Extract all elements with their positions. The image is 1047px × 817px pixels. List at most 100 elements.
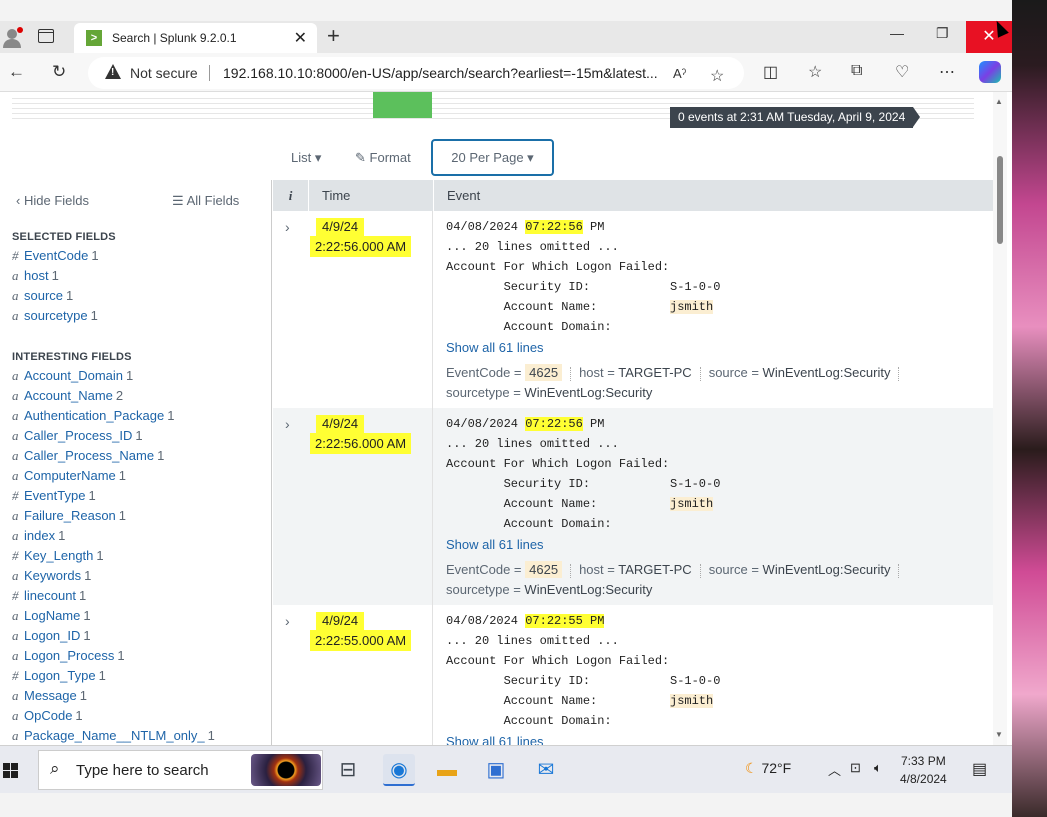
eventcode-value[interactable]: 4625 [525, 364, 563, 381]
scroll-up-arrow-icon[interactable]: ▲ [995, 97, 1003, 106]
field-name[interactable]: Logon_Process [24, 648, 114, 663]
network-icon[interactable]: ⊡ [850, 760, 861, 776]
source-value[interactable]: WinEventLog:Security [763, 562, 891, 577]
host-value[interactable]: TARGET-PC [618, 365, 691, 380]
security-id-value[interactable]: S-1-0-0 [670, 674, 720, 688]
show-all-lines-link[interactable]: Show all 61 lines [446, 537, 544, 552]
edge-browser-icon[interactable]: ◉ [383, 754, 415, 786]
taskbar-clock[interactable]: 7:33 PM 4/8/2024 [900, 752, 947, 788]
scroll-down-arrow-icon[interactable]: ▼ [995, 730, 1003, 739]
field-item[interactable]: # linecount 1 [12, 588, 215, 608]
account-name-value[interactable]: jsmith [670, 497, 714, 511]
timeline-bar[interactable] [373, 92, 432, 118]
field-item[interactable]: a sourcetype 1 [12, 308, 99, 328]
account-name-value[interactable]: jsmith [670, 300, 714, 314]
field-name[interactable]: Message [24, 688, 77, 703]
field-name[interactable]: ComputerName [24, 468, 116, 483]
close-tab-icon[interactable]: ✕ [294, 28, 307, 48]
field-name[interactable]: host [24, 268, 49, 283]
file-explorer-icon[interactable]: ▬ [431, 754, 463, 786]
favorites-icon[interactable]: ☆ [808, 62, 822, 82]
read-aloud-icon[interactable]: Aˀ [673, 66, 686, 81]
task-view-icon[interactable]: ⊟ [332, 754, 364, 786]
minimize-icon[interactable]: — [890, 25, 904, 41]
sourcetype-value[interactable]: WinEventLog:Security [524, 385, 652, 400]
show-all-lines-link[interactable]: Show all 61 lines [446, 734, 544, 745]
account-name-value[interactable]: jsmith [670, 694, 714, 708]
field-item[interactable]: # EventCode 1 [12, 248, 99, 268]
list-view-dropdown[interactable]: List ▾ [291, 150, 321, 166]
results-scrollbar[interactable]: ▲ ▼ [993, 92, 1007, 745]
security-label[interactable]: Not secure [130, 65, 198, 81]
scrollbar-thumb[interactable] [997, 156, 1003, 244]
split-screen-icon[interactable]: ◫ [763, 62, 778, 82]
expand-chevron-icon[interactable]: › [285, 613, 290, 629]
host-value[interactable]: TARGET-PC [618, 562, 691, 577]
copilot-icon[interactable] [979, 61, 1001, 83]
field-item[interactable]: a LogName 1 [12, 608, 215, 628]
refresh-icon[interactable]: ↻ [52, 62, 66, 82]
url-field[interactable]: Not secure 192.168.10.10:8000/en-US/app/… [88, 57, 744, 89]
field-item[interactable]: # Key_Length 1 [12, 548, 215, 568]
store-icon[interactable]: ▣ [480, 754, 512, 786]
per-page-dropdown[interactable]: 20 Per Page ▾ [431, 139, 554, 176]
eventcode-value[interactable]: 4625 [525, 561, 563, 578]
field-name[interactable]: EventType [24, 488, 85, 503]
field-name[interactable]: linecount [24, 588, 76, 603]
favorite-star-icon[interactable]: ☆ [710, 66, 724, 86]
field-name[interactable]: OpCode [24, 708, 72, 723]
field-item[interactable]: a source 1 [12, 288, 99, 308]
security-id-value[interactable]: S-1-0-0 [670, 280, 720, 294]
field-item[interactable]: a Message 1 [12, 688, 215, 708]
field-item[interactable]: a Keywords 1 [12, 568, 215, 588]
field-item[interactable]: a Account_Domain 1 [12, 368, 215, 388]
source-value[interactable]: WinEventLog:Security [763, 365, 891, 380]
mail-icon[interactable]: ✉ [530, 754, 562, 786]
field-name[interactable]: sourcetype [24, 308, 88, 323]
time-column-header[interactable]: Time [308, 180, 433, 211]
field-item[interactable]: a Authentication_Package 1 [12, 408, 215, 428]
weather-widget[interactable]: ☾ 72°F [745, 760, 791, 777]
all-fields-button[interactable]: ☰ All Fields [172, 193, 239, 209]
field-item[interactable]: a OpCode 1 [12, 708, 215, 728]
more-options-icon[interactable]: ⋯ [939, 62, 955, 82]
field-name[interactable]: Account_Domain [24, 368, 123, 383]
sourcetype-value[interactable]: WinEventLog:Security [524, 582, 652, 597]
field-item[interactable]: a index 1 [12, 528, 215, 548]
volume-icon[interactable]: 🔈︎ [874, 760, 882, 776]
field-item[interactable]: a Logon_Process 1 [12, 648, 215, 668]
taskbar-search-box[interactable]: ⌕ Type here to search [38, 750, 323, 790]
field-item[interactable]: a Caller_Process_ID 1 [12, 428, 215, 448]
collections-icon[interactable]: ⧉ [851, 62, 862, 80]
field-name[interactable]: Caller_Process_ID [24, 428, 132, 443]
field-item[interactable]: a ComputerName 1 [12, 468, 215, 488]
tab-actions-icon[interactable] [38, 29, 54, 43]
security-id-value[interactable]: S-1-0-0 [670, 477, 720, 491]
field-name[interactable]: EventCode [24, 248, 88, 263]
field-name[interactable]: Keywords [24, 568, 81, 583]
field-item[interactable]: # Logon_Type 1 [12, 668, 215, 688]
field-name[interactable]: LogName [24, 608, 80, 623]
expand-chevron-icon[interactable]: › [285, 416, 290, 432]
browser-essentials-icon[interactable]: ♡ [895, 62, 909, 82]
event-timeline[interactable]: 0 events at 2:31 AM Tuesday, April 9, 20… [0, 92, 996, 132]
field-name[interactable]: Caller_Process_Name [24, 448, 154, 463]
profile-icon[interactable] [2, 26, 24, 48]
field-name[interactable]: Key_Length [24, 548, 93, 563]
field-name[interactable]: Failure_Reason [24, 508, 116, 523]
field-name[interactable]: source [24, 288, 63, 303]
windows-start-icon[interactable] [3, 763, 18, 778]
field-item[interactable]: a Account_Name 2 [12, 388, 215, 408]
url-text[interactable]: 192.168.10.10:8000/en-US/app/search/sear… [223, 65, 658, 81]
new-tab-button[interactable]: + [327, 23, 340, 49]
show-all-lines-link[interactable]: Show all 61 lines [446, 340, 544, 355]
field-name[interactable]: Authentication_Package [24, 408, 164, 423]
field-item[interactable]: # EventType 1 [12, 488, 215, 508]
field-name[interactable]: Package_Name__NTLM_only_ [24, 728, 205, 743]
field-name[interactable]: Logon_ID [24, 628, 80, 643]
field-name[interactable]: Account_Name [24, 388, 113, 403]
expand-chevron-icon[interactable]: › [285, 219, 290, 235]
back-icon[interactable]: ← [8, 62, 25, 82]
format-button[interactable]: ✎ Format [355, 150, 411, 166]
restore-icon[interactable]: ❐ [936, 25, 949, 42]
